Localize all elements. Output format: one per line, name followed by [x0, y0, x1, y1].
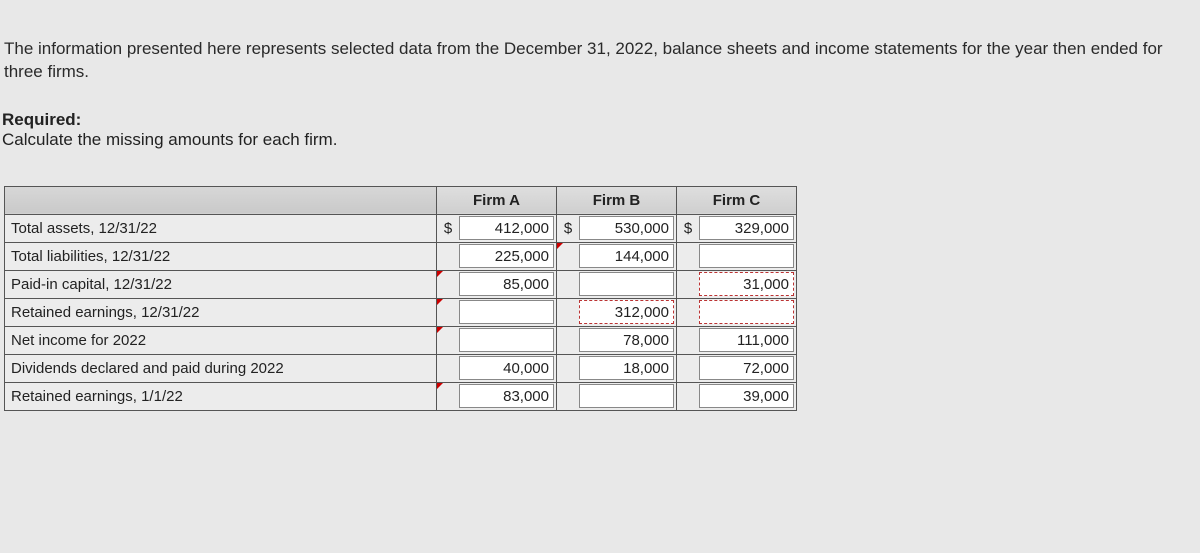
- value-input[interactable]: 412,000: [459, 216, 554, 240]
- col-header-firm-c: Firm C: [677, 186, 797, 214]
- table-row: Retained earnings, 1/1/22 83,000 39,000: [5, 382, 797, 410]
- row-label: Net income for 2022: [5, 326, 437, 354]
- cell-firm-c: 111,000: [677, 326, 797, 354]
- row-label: Total assets, 12/31/22: [5, 214, 437, 242]
- required-text: Calculate the missing amounts for each f…: [0, 130, 1200, 150]
- cell-firm-a: 83,000: [437, 382, 557, 410]
- value-input[interactable]: [459, 328, 554, 352]
- required-label: Required:: [0, 110, 1200, 130]
- cell-firm-a: 225,000: [437, 242, 557, 270]
- dollar-sign: $: [437, 220, 459, 237]
- cell-firm-c: 31,000: [677, 270, 797, 298]
- table-row: Total liabilities, 12/31/22 225,000 144,…: [5, 242, 797, 270]
- value-input[interactable]: 329,000: [699, 216, 794, 240]
- value-input[interactable]: [699, 244, 794, 268]
- row-label: Retained earnings, 12/31/22: [5, 298, 437, 326]
- value-input[interactable]: 312,000: [579, 300, 674, 324]
- col-header-firm-a: Firm A: [437, 186, 557, 214]
- value-input[interactable]: 144,000: [579, 244, 674, 268]
- row-label: Total liabilities, 12/31/22: [5, 242, 437, 270]
- value-input[interactable]: [459, 300, 554, 324]
- table-row: Total assets, 12/31/22 $ 412,000 $ 530,0…: [5, 214, 797, 242]
- dollar-sign: $: [677, 220, 699, 237]
- value-input[interactable]: 78,000: [579, 328, 674, 352]
- cell-firm-a: [437, 298, 557, 326]
- cell-firm-b: 78,000: [557, 326, 677, 354]
- cell-firm-b: 312,000: [557, 298, 677, 326]
- cell-firm-c: 72,000: [677, 354, 797, 382]
- cell-firm-b: [557, 382, 677, 410]
- cell-firm-a: 40,000: [437, 354, 557, 382]
- cell-firm-b: 144,000: [557, 242, 677, 270]
- value-input[interactable]: [579, 384, 674, 408]
- row-label: Paid-in capital, 12/31/22: [5, 270, 437, 298]
- value-input[interactable]: 72,000: [699, 356, 794, 380]
- intro-text: The information presented here represent…: [0, 38, 1200, 84]
- value-input[interactable]: 39,000: [699, 384, 794, 408]
- value-input[interactable]: [699, 300, 794, 324]
- cell-firm-b: [557, 270, 677, 298]
- value-input[interactable]: 225,000: [459, 244, 554, 268]
- data-table: Firm A Firm B Firm C Total assets, 12/31…: [4, 186, 797, 411]
- value-input[interactable]: 111,000: [699, 328, 794, 352]
- value-input[interactable]: 31,000: [699, 272, 794, 296]
- table-row: Retained earnings, 12/31/22 312,000: [5, 298, 797, 326]
- value-input[interactable]: 83,000: [459, 384, 554, 408]
- header-blank: [5, 186, 437, 214]
- cell-firm-c: [677, 298, 797, 326]
- value-input[interactable]: 40,000: [459, 356, 554, 380]
- col-header-firm-b: Firm B: [557, 186, 677, 214]
- cell-firm-c: $ 329,000: [677, 214, 797, 242]
- value-input[interactable]: 18,000: [579, 356, 674, 380]
- cell-firm-b: $ 530,000: [557, 214, 677, 242]
- cell-firm-b: 18,000: [557, 354, 677, 382]
- table-row: Dividends declared and paid during 2022 …: [5, 354, 797, 382]
- value-input[interactable]: 530,000: [579, 216, 674, 240]
- dollar-sign: $: [557, 220, 579, 237]
- cell-firm-a: $ 412,000: [437, 214, 557, 242]
- cell-firm-a: 85,000: [437, 270, 557, 298]
- value-input[interactable]: 85,000: [459, 272, 554, 296]
- row-label: Dividends declared and paid during 2022: [5, 354, 437, 382]
- cell-firm-c: 39,000: [677, 382, 797, 410]
- cell-firm-a: [437, 326, 557, 354]
- row-label: Retained earnings, 1/1/22: [5, 382, 437, 410]
- header-row: Firm A Firm B Firm C: [5, 186, 797, 214]
- cell-firm-c: [677, 242, 797, 270]
- table-row: Paid-in capital, 12/31/22 85,000 31,000: [5, 270, 797, 298]
- table-row: Net income for 2022 78,000 111,000: [5, 326, 797, 354]
- value-input[interactable]: [579, 272, 674, 296]
